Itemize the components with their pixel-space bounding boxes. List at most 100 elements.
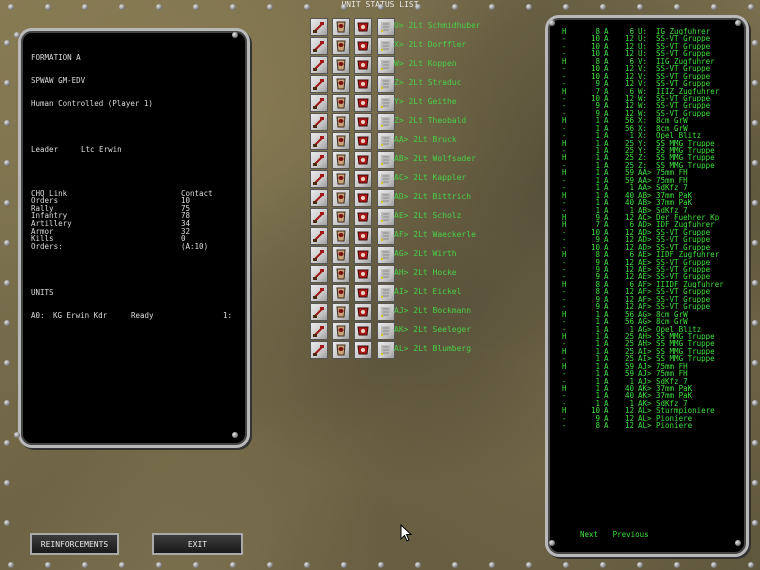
status-list-row[interactable]: H 9 A 12 AC> Der Fuehrer Kp [562,213,742,221]
reinforcements-button[interactable]: REINFORCEMENTS [30,533,119,555]
platoon-hq-icon[interactable] [332,208,350,226]
status-list-row[interactable]: -1 A 1 AJ> SdKfz 7 [562,377,742,385]
unit-emblem-icon[interactable] [354,75,372,93]
unit-emblem-icon[interactable] [354,170,372,188]
unit-group-label[interactable]: AE> 2Lt Scholz [394,211,461,220]
status-list-row[interactable]: -10 A 12 V: SS-VT Gruppe [562,72,742,80]
status-panel-icon[interactable] [377,75,395,93]
status-panel-icon[interactable] [377,227,395,245]
movement-order-icon[interactable] [310,170,328,188]
status-list-row[interactable]: H 1 A 56 AG> 8cm GrW [562,310,742,318]
status-list-row[interactable]: H 8 A 6 AF> IIIDF Zugfuhrer [562,280,742,288]
unit-group-row[interactable]: X> 2Lt Dorffler [308,37,548,56]
unit-group-label[interactable]: Z> 2Lt Straduc [394,78,461,87]
unit-emblem-icon[interactable] [354,189,372,207]
status-panel-icon[interactable] [377,170,395,188]
status-list-row[interactable]: H 1 A 25 Z: SS MMG Truppe [562,154,742,162]
unit-group-label[interactable]: X> 2Lt Dorffler [394,40,466,49]
status-list-row[interactable]: H 1 A 59 AA> 75mm FH [562,169,742,177]
platoon-hq-icon[interactable] [332,94,350,112]
next-link[interactable]: Next [580,530,598,539]
unit-group-row[interactable]: Z> 2Lt Theobald [308,113,548,132]
unit-group-row[interactable]: Z> 2Lt Straduc [308,75,548,94]
status-list-row[interactable]: H 1 A 40 AK> 37mm PaK [562,385,742,393]
status-panel-icon[interactable] [377,56,395,74]
movement-order-icon[interactable] [310,322,328,340]
status-list-row[interactable]: H 1 A 56 X: 8cm GrW [562,117,742,125]
status-list-row[interactable]: -9 A 12 AE> SS-VT Gruppe [562,266,742,274]
unit-group-label[interactable]: AK> 2Lt Seeleger [394,325,471,334]
status-panel-icon[interactable] [377,322,395,340]
status-list-row[interactable]: H 1 A 25 AH> SS MMG Truppe [562,332,742,340]
unit-group-row[interactable]: AK> 2Lt Seeleger [308,322,548,341]
status-list-row[interactable]: -10 A 12 U: SS-VT Gruppe [562,42,742,50]
platoon-hq-icon[interactable] [332,227,350,245]
status-list-row[interactable]: -9 A 12 W: SS-VT Gruppe [562,102,742,110]
movement-order-icon[interactable] [310,265,328,283]
unit-group-row[interactable]: Y> 2Lt Geithe [308,94,548,113]
platoon-hq-icon[interactable] [332,322,350,340]
status-panel-icon[interactable] [377,18,395,36]
unit-group-row[interactable]: AI> 2Lt Eickel [308,284,548,303]
status-list-row[interactable]: -9 A 12 AD> SS-VT Gruppe [562,236,742,244]
movement-order-icon[interactable] [310,284,328,302]
unit-group-label[interactable]: AA> 2Lt Bruck [394,135,457,144]
status-list-row[interactable]: -10 A 12 V: SS-VT Gruppe [562,65,742,73]
status-panel-icon[interactable] [377,208,395,226]
status-list-row[interactable]: H 1 A 59 AJ> 75mm FH [562,362,742,370]
movement-order-icon[interactable] [310,246,328,264]
status-list-row[interactable]: -10 A 12 AD> SS-VT Gruppe [562,228,742,236]
movement-order-icon[interactable] [310,56,328,74]
platoon-hq-icon[interactable] [332,18,350,36]
unit-group-label[interactable]: Z> 2Lt Theobald [394,116,466,125]
status-list-row[interactable]: -8 A 12 AF> SS-VT Gruppe [562,288,742,296]
unit-emblem-icon[interactable] [354,37,372,55]
unit-group-label[interactable]: AC> 2Lt Kappler [394,173,466,182]
unit-emblem-icon[interactable] [354,227,372,245]
unit-emblem-icon[interactable] [354,322,372,340]
status-list-row[interactable]: -1 A 25 AI> SS MMG Truppe [562,355,742,363]
unit-group-row[interactable]: W> 2Lt Koppen [308,56,548,75]
unit-emblem-icon[interactable] [354,18,372,36]
unit-group-label[interactable]: AI> 2Lt Eickel [394,287,461,296]
exit-button[interactable]: EXIT [152,533,243,555]
movement-order-icon[interactable] [310,75,328,93]
status-list-row[interactable]: -10 A 12 W: SS-VT Gruppe [562,94,742,102]
status-list-row[interactable]: -1 A 40 AK> 37mm PaK [562,392,742,400]
status-list-row[interactable]: H 7 A 6 W: IIIZ Zugfuhrer [562,87,742,95]
status-list-row[interactable]: H 1 A 25 AI> SS MMG Truppe [562,347,742,355]
unit-emblem-icon[interactable] [354,132,372,150]
status-list-row[interactable]: H 8 A 6 U: IG Zugfuhrer [562,28,742,36]
platoon-hq-icon[interactable] [332,56,350,74]
platoon-hq-icon[interactable] [332,170,350,188]
unit-row[interactable]: A0: KG Erwin Kdr Ready 1: [31,311,241,320]
status-list-row[interactable]: -9 A 12 AF> SS-VT Gruppe [562,303,742,311]
status-panel-icon[interactable] [377,94,395,112]
unit-emblem-icon[interactable] [354,284,372,302]
movement-order-icon[interactable] [310,227,328,245]
movement-order-icon[interactable] [310,151,328,169]
unit-group-label[interactable]: AG> 2Lt Wirth [394,249,457,258]
status-panel-icon[interactable] [377,151,395,169]
unit-emblem-icon[interactable] [354,208,372,226]
status-list-row[interactable]: -9 A 12 AE> SS-VT Gruppe [562,273,742,281]
status-list-row[interactable]: H 1 A 25 Y: SS MMG Truppe [562,139,742,147]
status-list-row[interactable]: - 8 A 12 AL> Pioniere [562,422,742,430]
status-list-row[interactable]: -1 A 25 AH> SS MMG Truppe [562,340,742,348]
status-panel-icon[interactable] [377,132,395,150]
unit-group-row[interactable]: AC> 2Lt Kappler [308,170,548,189]
status-list-row[interactable]: -10 A 12 AD> SS-VT Gruppe [562,243,742,251]
status-list-row[interactable]: H 7 A 6 AD> IDF Zugfuhrer [562,221,742,229]
status-list-row[interactable]: -1 A 56 AG> 8cm GrW [562,318,742,326]
platoon-hq-icon[interactable] [332,75,350,93]
unit-group-row[interactable]: AE> 2Lt Scholz [308,208,548,227]
status-list-row[interactable]: -1 A 1 AK> SdKfz 7 [562,399,742,407]
status-panel-icon[interactable] [377,113,395,131]
status-list-row[interactable]: -1 A 59 AJ> 75mm FH [562,370,742,378]
previous-link[interactable]: Previous [613,530,649,539]
movement-order-icon[interactable] [310,303,328,321]
platoon-hq-icon[interactable] [332,246,350,264]
platoon-hq-icon[interactable] [332,37,350,55]
platoon-hq-icon[interactable] [332,341,350,359]
platoon-hq-icon[interactable] [332,113,350,131]
